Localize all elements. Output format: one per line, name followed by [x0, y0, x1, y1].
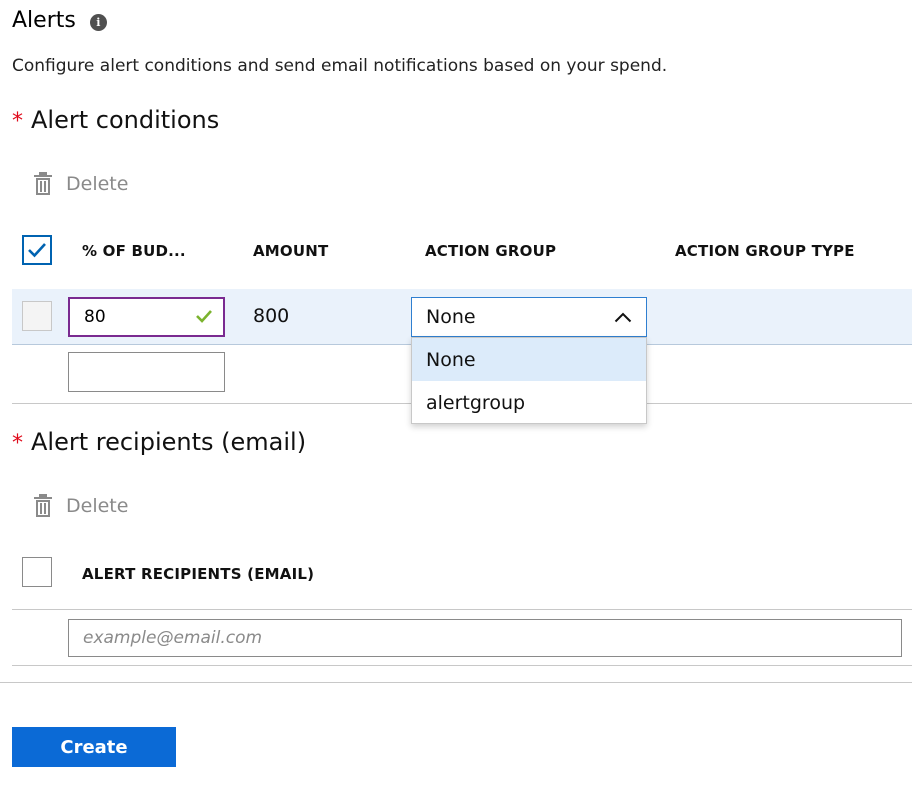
valid-check-icon [196, 310, 212, 323]
checkmark-icon [28, 243, 46, 258]
column-header-percent[interactable]: % OF BUD... [82, 242, 186, 260]
alert-conditions-title: Alert conditions [31, 106, 220, 134]
alert-recipients-title: Alert recipients (email) [31, 428, 307, 456]
chevron-up-icon [614, 312, 632, 323]
delete-conditions-button[interactable]: Delete [32, 172, 128, 196]
action-group-selected-value: None [426, 306, 476, 328]
column-header-amount[interactable]: AMOUNT [253, 242, 328, 260]
amount-value: 800 [253, 305, 290, 327]
trash-icon [34, 172, 52, 195]
dropdown-option-alertgroup[interactable]: alertgroup [412, 381, 646, 424]
alert-conditions-heading: * Alert conditions [12, 106, 219, 134]
delete-recipients-button[interactable]: Delete [32, 494, 128, 518]
row-checkbox[interactable] [22, 301, 52, 331]
select-all-conditions-checkbox[interactable] [22, 235, 52, 265]
column-header-recipients[interactable]: ALERT RECIPIENTS (EMAIL) [82, 565, 314, 583]
action-group-dropdown: None alertgroup [411, 337, 647, 424]
delete-label: Delete [66, 495, 129, 517]
percent-value: 80 [84, 307, 106, 327]
email-input[interactable]: example@email.com [68, 619, 902, 657]
trash-icon [34, 494, 52, 517]
new-percent-input[interactable] [68, 352, 225, 392]
percent-input[interactable]: 80 [68, 297, 225, 337]
recipients-header-divider [12, 609, 912, 610]
required-marker: * [12, 431, 23, 456]
info-icon[interactable]: i [89, 14, 107, 31]
page-title: Alerts i [12, 8, 107, 33]
alerts-page: Alerts i Configure alert conditions and … [0, 0, 912, 796]
page-description: Configure alert conditions and send emai… [12, 56, 668, 76]
recipients-divider [12, 665, 912, 666]
delete-label: Delete [66, 173, 129, 195]
alert-recipients-heading: * Alert recipients (email) [12, 428, 306, 456]
section-divider [0, 682, 912, 683]
column-header-action-group-type[interactable]: ACTION GROUP TYPE [675, 242, 855, 260]
page-title-text: Alerts [12, 8, 76, 33]
action-group-select[interactable]: None [411, 297, 647, 337]
select-all-recipients-checkbox[interactable] [22, 557, 52, 587]
column-header-action-group[interactable]: ACTION GROUP [425, 242, 556, 260]
dropdown-option-none[interactable]: None [412, 338, 646, 381]
email-placeholder: example@email.com [83, 628, 263, 648]
required-marker: * [12, 109, 23, 134]
create-button[interactable]: Create [12, 727, 176, 767]
